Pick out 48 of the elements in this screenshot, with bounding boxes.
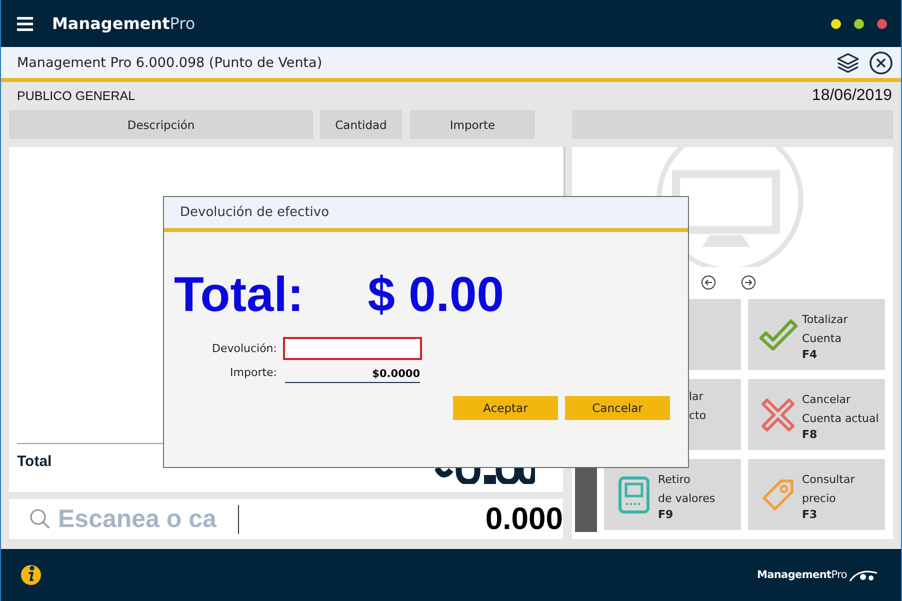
tile-label: cto [689,408,706,424]
search-icon [29,508,51,530]
layers-icon[interactable] [836,52,860,74]
amount-readout: $0.0000 [285,368,420,382]
field-label: Importe: [229,366,278,378]
total-label: Total [17,453,52,472]
tile-label: de valores [658,490,716,506]
action-tile[interactable]: Cancelar Cuenta actual F8 [748,379,885,450]
tile-label: lar [689,389,704,405]
tile-label: Totalizar [802,312,848,328]
dialog-button[interactable]: Cancelar [565,396,670,420]
tile-label: precio [802,490,837,506]
window-control[interactable] [854,18,864,28]
tile-label: Retiro [658,472,692,488]
next-icon[interactable] [741,275,756,290]
menu-icon[interactable] [17,16,33,30]
action-tile[interactable]: Retiro de valores F9 [604,459,741,530]
tile-label: Consultar [802,472,855,488]
column-header[interactable]: Importe [410,110,535,139]
info-icon[interactable] [20,564,42,586]
shortcut-key: F3 [802,508,855,522]
tile-label: Cancelar [802,392,852,408]
window-title: Management Pro 6.000.098 (Punto de Venta) [17,54,322,70]
action-tile[interactable]: Consultar precio F3 [748,459,885,530]
tile-label: Cuenta [802,330,842,346]
search-field[interactable]: Escanea o ca [58,504,239,534]
shortcut-key: F9 [658,508,716,522]
dialog-title: Devolución de efectivo [180,205,330,220]
field-label: Devolución: [210,342,278,354]
close-icon[interactable] [869,50,893,74]
check-icon [758,318,798,352]
app-logo: ManagementPro [52,14,196,33]
column-header[interactable]: Descripción [9,110,313,139]
footer-logo: ManagementPro [756,569,847,581]
dialog-button[interactable]: Aceptar [453,396,558,420]
tile-label: Cuenta actual [802,410,879,426]
previous-icon[interactable] [701,275,716,290]
shortcut-key: F4 [802,348,848,362]
column-header[interactable]: Cantidad [320,110,402,139]
date-label: 18/06/2019 [812,87,893,105]
quantity-value: 0.000 [485,501,563,537]
customer-name: PUBLICO GENERAL [16,89,136,103]
dialog-total-amount: $ 0.00 [368,267,504,323]
action-tile[interactable]: Totalizar Cuenta F4 [748,299,885,370]
refund-input[interactable] [283,336,422,360]
window-control[interactable] [831,18,841,28]
shortcut-key: F8 [802,428,879,442]
dialog-total-label: Total: [174,267,304,323]
